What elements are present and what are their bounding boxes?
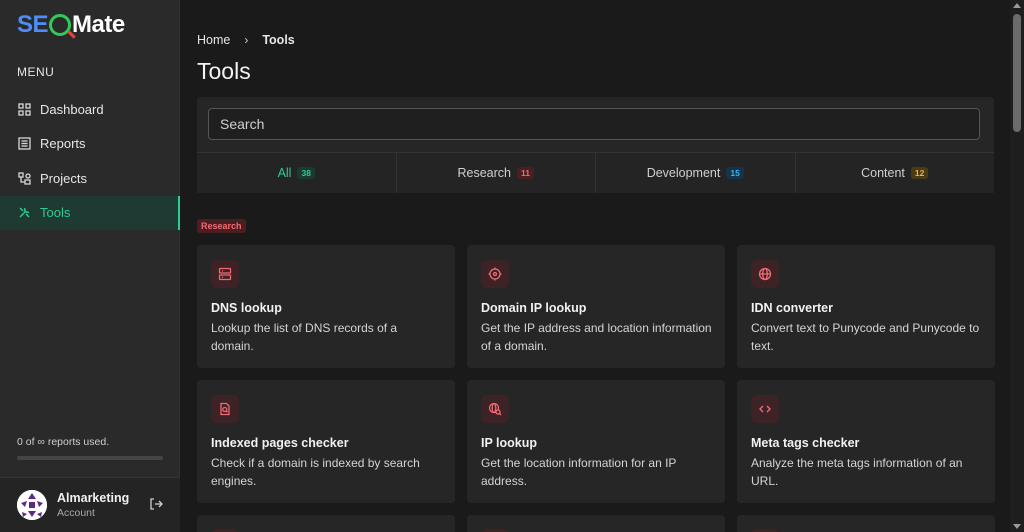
- sidebar-item-dashboard[interactable]: Dashboard: [0, 92, 180, 127]
- menu-title: MENU: [17, 65, 55, 79]
- tab-content[interactable]: Content 12: [795, 153, 994, 193]
- logo[interactable]: SE Mate: [17, 10, 125, 40]
- scroll-down-arrow-icon[interactable]: [1013, 524, 1021, 529]
- sidebar-item-label: Projects: [40, 170, 87, 186]
- tab-count-badge: 38: [297, 167, 315, 179]
- sidebar-item-label: Tools: [40, 205, 71, 221]
- nodes-icon: [17, 171, 31, 185]
- account-panel[interactable]: Almarketing Account: [0, 477, 180, 532]
- tab-label: Research: [457, 166, 512, 180]
- magnifier-logo-icon: [49, 14, 72, 36]
- avatar[interactable]: [17, 490, 47, 520]
- tool-card-idn-converter[interactable]: IDN converter Convert text to Punycode a…: [737, 245, 995, 368]
- tool-card-title: IDN converter: [751, 301, 833, 315]
- chevron-right-icon: ›: [244, 33, 249, 47]
- server-icon: [211, 260, 239, 288]
- tab-label: Content: [861, 166, 905, 180]
- tool-card-meta-tags-checker[interactable]: Meta tags checker Analyze the meta tags …: [737, 380, 995, 503]
- tab-development[interactable]: Development 15: [596, 153, 796, 193]
- tool-card-title: Domain IP lookup: [481, 301, 587, 315]
- sidebar-item-label: Reports: [40, 136, 86, 152]
- sidebar-item-label: Dashboard: [40, 101, 104, 117]
- sidebar: SE Mate MENU Dashboard Reports Projects: [0, 0, 180, 532]
- tab-research[interactable]: Research 11: [396, 153, 596, 193]
- sidebar-item-tools[interactable]: Tools: [0, 195, 180, 230]
- account-role: Account: [57, 507, 95, 519]
- tool-card-title: Indexed pages checker: [211, 436, 349, 450]
- breadcrumb-home[interactable]: Home: [197, 33, 230, 47]
- tools-filter-panel: All 38 Research 11 Development 15 Conten…: [197, 97, 994, 193]
- code-icon: [751, 395, 779, 423]
- list-icon: [17, 137, 31, 151]
- globe-search-icon: [481, 395, 509, 423]
- tool-card-title: Meta tags checker: [751, 436, 860, 450]
- tool-card-title: IP lookup: [481, 436, 538, 450]
- globe-icon: [751, 260, 779, 288]
- breadcrumb: Home › Tools: [197, 33, 295, 47]
- tool-card-description: Convert text to Punycode and Punycode to…: [751, 321, 980, 353]
- logo-text-start: SE: [17, 11, 49, 38]
- section-badge-research: Research: [197, 219, 246, 233]
- scrollbar[interactable]: [1010, 0, 1024, 532]
- tab-count-badge: 15: [726, 167, 744, 179]
- tool-card-ip-lookup[interactable]: IP lookup Get the location information f…: [467, 380, 725, 503]
- tool-card-title: DNS lookup: [211, 301, 282, 315]
- scrollbar-thumb[interactable]: [1013, 14, 1021, 132]
- scroll-up-arrow-icon[interactable]: [1013, 3, 1021, 8]
- category-tabs: All 38 Research 11 Development 15 Conten…: [197, 152, 994, 193]
- breadcrumb-current: Tools: [262, 33, 295, 47]
- grid-icon: [17, 102, 31, 116]
- tab-count-badge: 12: [910, 167, 929, 179]
- sidebar-nav: Dashboard Reports Projects Tools: [0, 92, 180, 230]
- tool-card-partial[interactable]: [197, 515, 455, 532]
- tool-card-domain-ip-lookup[interactable]: Domain IP lookup Get the IP address and …: [467, 245, 725, 368]
- file-search-icon: [211, 395, 239, 423]
- logo-text-end: Mate: [72, 11, 125, 38]
- tool-card-description: Get the IP address and location informat…: [481, 321, 712, 353]
- tool-card-description: Check if a domain is indexed by search e…: [211, 456, 420, 488]
- account-name: Almarketing: [57, 491, 130, 505]
- sidebar-item-reports[interactable]: Reports: [0, 127, 180, 162]
- logout-icon[interactable]: [149, 497, 165, 513]
- tab-count-badge: 11: [517, 167, 534, 179]
- sidebar-item-projects[interactable]: Projects: [0, 161, 180, 196]
- page-title: Tools: [197, 58, 251, 84]
- tab-all[interactable]: All 38: [197, 153, 397, 193]
- tab-label: Development: [646, 166, 721, 180]
- tab-label: All: [277, 166, 292, 180]
- usage-progress-bar: [17, 456, 163, 460]
- tool-card-description: Lookup the list of DNS records of a doma…: [211, 321, 398, 353]
- usage-text: 0 of ∞ reports used.: [17, 436, 110, 448]
- tool-card-description: Analyze the meta tags information of an …: [751, 456, 963, 488]
- tool-card-description: Get the location information for an IP a…: [481, 456, 677, 488]
- crosshair-icon: [481, 260, 509, 288]
- search-input[interactable]: [208, 108, 980, 140]
- tool-card-dns-lookup[interactable]: DNS lookup Lookup the list of DNS record…: [197, 245, 455, 368]
- tools-icon: [17, 206, 31, 220]
- tool-card-indexed-pages-checker[interactable]: Indexed pages checker Check if a domain …: [197, 380, 455, 503]
- tool-card-partial[interactable]: [737, 515, 995, 532]
- tool-card-partial[interactable]: [467, 515, 725, 532]
